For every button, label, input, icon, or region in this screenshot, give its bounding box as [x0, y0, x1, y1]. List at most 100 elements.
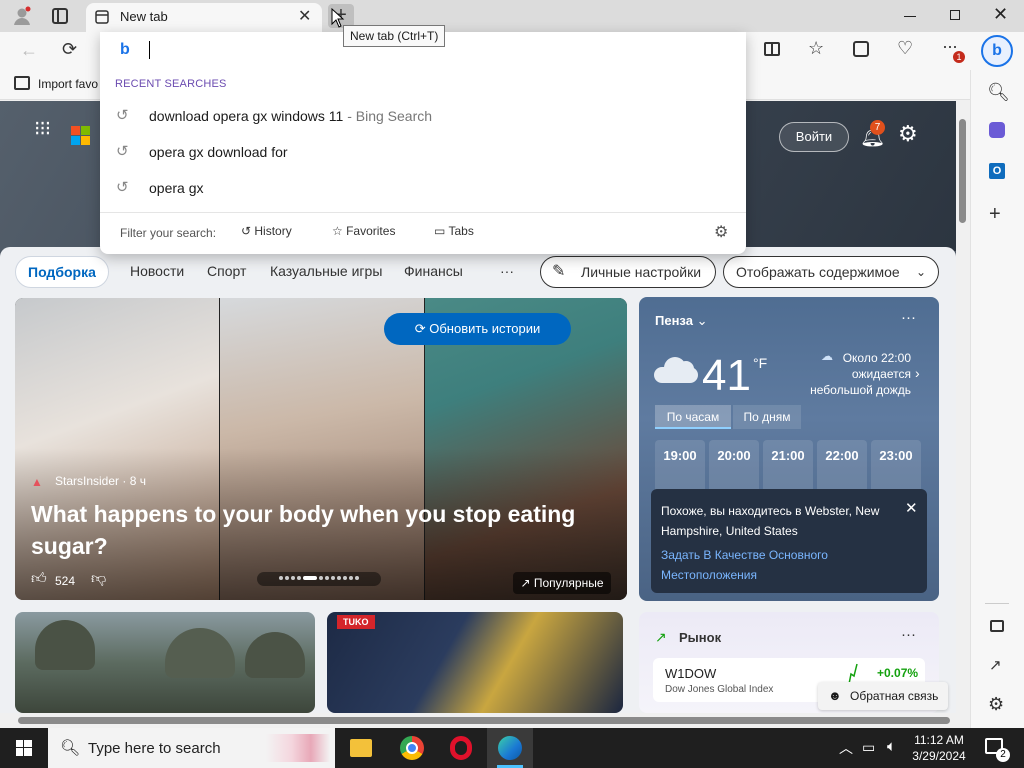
hero-source: StarsInsider · 8 ч — [55, 474, 146, 488]
suggestion-item[interactable]: ↺ opera gx — [100, 170, 746, 206]
filter-tabs[interactable]: ▭ Tabs — [434, 224, 474, 238]
tab-title: New tab — [120, 9, 168, 24]
location-message: Похоже, вы находитесь в Webster, New Ham… — [661, 504, 880, 538]
hour-slot[interactable]: 22:00 — [817, 440, 867, 496]
sidebar-settings-icon[interactable]: ⚙ — [988, 694, 1004, 715]
filter-history[interactable]: ↺ History — [241, 224, 292, 238]
split-screen-icon[interactable] — [764, 42, 780, 56]
import-icon — [14, 76, 30, 90]
hour-slot[interactable]: 20:00 — [709, 440, 759, 496]
tab-podborka[interactable]: Подборка — [15, 256, 109, 288]
news-card-anime[interactable]: TUKO — [327, 612, 623, 713]
windows-start-icon[interactable] — [16, 740, 32, 756]
tab-casual-games[interactable]: Казуальные игры — [258, 256, 394, 288]
market-more-icon[interactable]: ··· — [901, 626, 916, 643]
carousel-dots[interactable] — [257, 572, 381, 586]
volume-icon[interactable]: 🔈︎ — [887, 738, 896, 755]
feedback-icon: ☻ — [828, 688, 842, 703]
index-name: Dow Jones Global Index — [665, 684, 774, 695]
notification-count: 2 — [996, 748, 1010, 762]
favorites-icon[interactable]: ☆ — [808, 38, 824, 59]
suggestion-item[interactable]: ↺ download opera gx windows 11 - Bing Se… — [100, 98, 746, 134]
back-icon[interactable]: ← — [20, 40, 38, 61]
bing-icon: b — [120, 41, 130, 58]
external-link-icon[interactable]: ↗ — [989, 656, 1002, 674]
copilot-sidebar-icon[interactable] — [989, 122, 1005, 138]
hero-title[interactable]: What happens to your body when you stop … — [31, 498, 591, 562]
filter-favorites[interactable]: ☆ Favorites — [332, 224, 395, 238]
add-sidebar-app-icon[interactable]: + — [989, 203, 1001, 226]
market-change: +0.07% — [877, 666, 919, 680]
new-tab-page-icon — [95, 10, 109, 24]
weather-card[interactable]: Пенза ⌄ ··· 41 °F ☁ Около 22:00 ожидаетс… — [639, 297, 939, 601]
dislike-icon[interactable]: 👎︎ — [91, 570, 106, 588]
refresh-label: Обновить истории — [429, 321, 541, 336]
search-icon[interactable]: 🔍︎ — [987, 82, 1010, 103]
news-card-soldiers[interactable] — [15, 612, 315, 713]
hour-label: 21:00 — [771, 448, 805, 463]
filter-favorites-label: Favorites — [346, 224, 396, 238]
forecast-summary[interactable]: Около 22:00 ожидается небольшой дождь — [799, 350, 911, 398]
more-tabs-button[interactable]: ··· — [488, 256, 526, 288]
feedback-button[interactable]: ☻ Обратная связь — [818, 682, 948, 710]
hour-slot[interactable]: 23:00 — [871, 440, 921, 496]
search-settings-icon[interactable]: ⚙ — [714, 222, 728, 242]
tab-actions-icon[interactable] — [52, 8, 68, 24]
market-icon: ↗ — [655, 629, 667, 645]
suggestion-query: download opera gx windows 11 — [149, 108, 344, 124]
show-content-dropdown[interactable]: Отображать содержимое ⌄ — [723, 256, 939, 288]
vertical-scrollbar[interactable] — [956, 101, 970, 713]
signin-button[interactable]: Войти — [779, 122, 849, 152]
weather-more-icon[interactable]: ··· — [901, 309, 916, 326]
text-caret — [149, 41, 150, 59]
forecast-line2: ожидается — [851, 367, 911, 381]
tab-daily[interactable]: По дням — [733, 405, 801, 429]
refresh-icon[interactable]: ⟳ — [62, 39, 77, 60]
history-icon: ↺ — [116, 179, 129, 196]
tab-sport[interactable]: Спорт — [195, 256, 258, 288]
page-settings-icon[interactable]: ⚙ — [898, 121, 918, 147]
chevron-right-icon[interactable]: › — [915, 365, 920, 381]
taskbar-search-box[interactable]: 🔍︎ Type here to search — [48, 728, 335, 768]
helmet-shape — [35, 620, 95, 670]
horizontal-scrollbar[interactable] — [0, 713, 970, 728]
sidebar-layout-icon[interactable] — [990, 620, 1004, 632]
hour-label: 23:00 — [879, 448, 913, 463]
network-icon[interactable]: ▭ — [862, 739, 875, 756]
hour-label: 22:00 — [825, 448, 859, 463]
hero-news-card[interactable]: ⟳ Обновить истории ▲ StarsInsider · 8 ч … — [15, 298, 627, 600]
tab-news[interactable]: Новости — [118, 256, 196, 288]
edge-taskbar-button[interactable] — [487, 728, 533, 768]
personalize-button[interactable]: Личные настройки — [540, 256, 716, 288]
opera-icon[interactable] — [450, 736, 472, 760]
restore-button[interactable] — [950, 10, 960, 20]
close-icon[interactable]: ✕ — [905, 499, 918, 519]
chrome-icon[interactable] — [400, 736, 424, 760]
forecast-line3: небольшой дождь — [810, 383, 911, 397]
tabs-icon: ▭ — [434, 224, 449, 238]
collections-icon[interactable] — [853, 41, 869, 57]
minimize-button[interactable] — [904, 8, 916, 24]
close-tab-icon[interactable]: ✕ — [298, 6, 311, 26]
copilot-icon[interactable]: b — [981, 35, 1013, 67]
like-icon[interactable]: 👍︎ — [31, 570, 47, 588]
outlook-icon[interactable]: O — [989, 163, 1005, 179]
hour-slot[interactable]: 19:00 — [655, 440, 705, 496]
tab-finance[interactable]: Финансы — [392, 256, 475, 288]
chevron-down-icon: ⌄ — [696, 313, 708, 328]
suggestion-item[interactable]: ↺ opera gx download for — [100, 134, 746, 170]
set-primary-location-link[interactable]: Задать В Качестве Основного Местоположен… — [661, 545, 897, 585]
tab-hourly[interactable]: По часам — [655, 405, 731, 429]
profile-icon[interactable] — [12, 6, 32, 26]
browser-essentials-icon[interactable]: ♡ — [897, 38, 913, 59]
refresh-stories-button[interactable]: ⟳ Обновить истории — [384, 313, 571, 345]
close-window-button[interactable]: ✕ — [993, 4, 1008, 25]
import-favorites-link[interactable]: Import favo — [38, 77, 98, 91]
file-explorer-icon[interactable] — [350, 739, 372, 757]
clock[interactable]: 11:12 AM 3/29/2024 — [906, 732, 972, 764]
show-hidden-icons[interactable]: ︿ — [839, 738, 853, 758]
tab-new-tab[interactable]: New tab ✕ — [86, 3, 322, 32]
app-launcher-icon[interactable]: ⁝⁝⁝ — [34, 119, 51, 139]
weather-city[interactable]: Пенза ⌄ — [655, 313, 707, 329]
hour-slot[interactable]: 21:00 — [763, 440, 813, 496]
